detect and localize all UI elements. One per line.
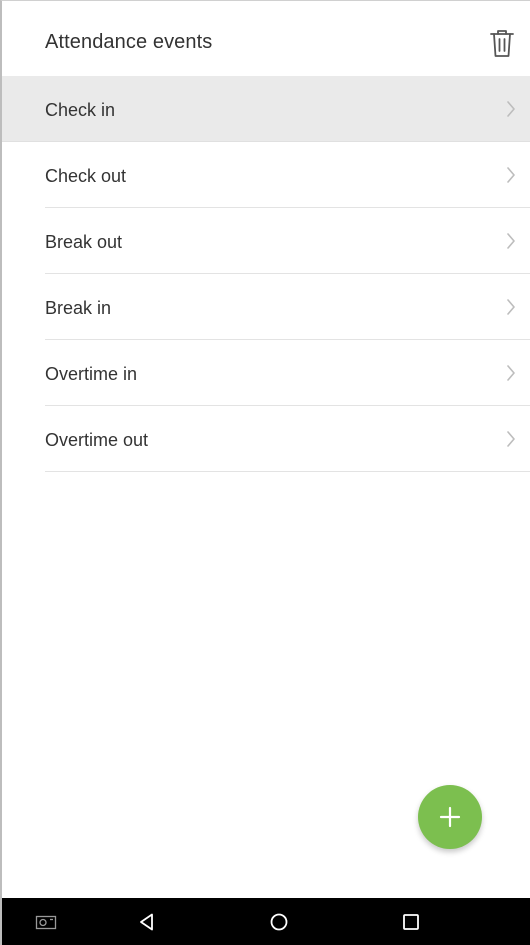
attendance-events-screen: Attendance events Check in Check out Bre…	[0, 0, 530, 945]
add-event-button[interactable]	[418, 785, 482, 849]
list-item-check-out[interactable]: Check out	[2, 142, 530, 208]
list-item-label: Check in	[45, 100, 116, 120]
chevron-right-icon	[507, 431, 515, 447]
page-title: Attendance events	[45, 31, 213, 53]
plus-icon	[439, 806, 461, 828]
delete-button[interactable]	[484, 25, 520, 61]
list-item-label: Break in	[45, 298, 112, 318]
chevron-right-icon	[507, 167, 515, 183]
system-navigation-bar	[2, 898, 530, 945]
chevron-right-icon	[507, 365, 515, 381]
chevron-right-icon	[507, 233, 515, 249]
recents-icon	[403, 914, 419, 930]
trash-icon	[490, 30, 514, 57]
app-header: Attendance events	[2, 1, 530, 77]
attendance-event-list: Check in Check out Break out Break in Ov…	[2, 76, 530, 472]
recents-button[interactable]	[387, 898, 435, 945]
list-item-check-in[interactable]: Check in	[2, 76, 530, 142]
back-icon	[140, 913, 153, 931]
list-item-overtime-out[interactable]: Overtime out	[2, 406, 530, 472]
list-item-label: Break out	[45, 232, 123, 252]
screenshot-button[interactable]	[22, 898, 70, 945]
screenshot-icon	[35, 915, 57, 930]
chevron-right-icon	[507, 101, 515, 117]
list-item-label: Check out	[45, 166, 127, 186]
list-item-label: Overtime out	[45, 430, 149, 450]
list-item-break-out[interactable]: Break out	[2, 208, 530, 274]
list-item-label: Overtime in	[45, 364, 138, 384]
divider	[45, 471, 530, 472]
home-button[interactable]	[255, 898, 303, 945]
list-item-break-in[interactable]: Break in	[2, 274, 530, 340]
chevron-right-icon	[507, 299, 515, 315]
home-icon	[270, 913, 288, 931]
back-button[interactable]	[123, 898, 171, 945]
list-item-overtime-in[interactable]: Overtime in	[2, 340, 530, 406]
